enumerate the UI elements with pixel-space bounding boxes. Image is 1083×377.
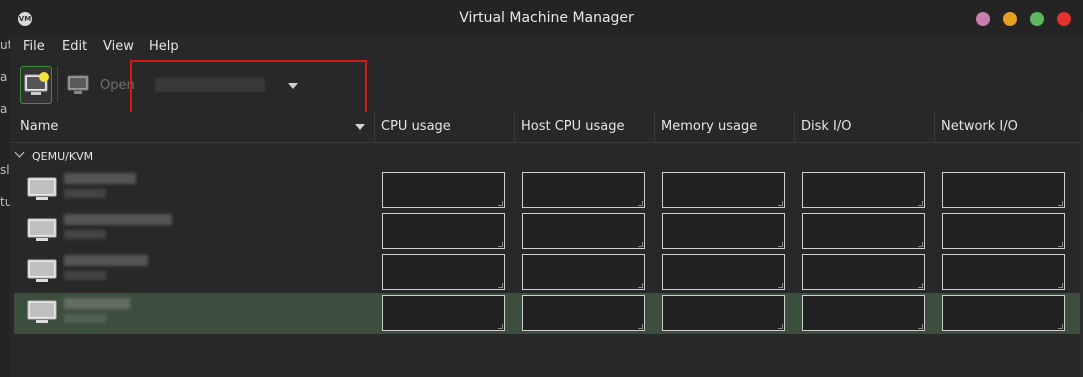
connection-label: QEMU/KVM	[32, 150, 94, 163]
cpu-usage-graph	[382, 295, 505, 331]
column-cpu-usage[interactable]: CPU usage	[374, 112, 514, 142]
toolbar: Open	[10, 58, 1083, 116]
new-vm-icon	[24, 72, 49, 95]
vm-row[interactable]	[14, 249, 1081, 290]
close-button[interactable]	[1057, 12, 1071, 26]
vm-monitor-icon	[27, 177, 57, 200]
menu-file[interactable]: File	[23, 39, 45, 54]
column-network-io-label: Network I/O	[941, 119, 1018, 134]
maximize-button[interactable]	[1003, 12, 1017, 26]
memory-usage-graph	[662, 213, 785, 249]
network-io-graph	[942, 295, 1065, 331]
disk-io-graph	[802, 172, 925, 208]
cpu-usage-graph	[382, 213, 505, 249]
virt-manager-window: VM Virtual Machine Manager File Edit Vie…	[10, 0, 1083, 377]
vm-status-obscured	[64, 230, 106, 239]
disk-io-graph	[802, 213, 925, 249]
memory-usage-graph	[662, 295, 785, 331]
vm-name-obscured	[64, 255, 148, 266]
menu-bar: File Edit View Help	[10, 36, 1083, 58]
toolbar-separator	[57, 66, 58, 102]
vm-status-obscured	[64, 314, 106, 323]
column-memory-usage-label: Memory usage	[661, 119, 758, 134]
vm-row[interactable]	[14, 208, 1081, 249]
sort-arrow-icon[interactable]	[355, 124, 365, 130]
column-name[interactable]: Name	[10, 112, 374, 142]
column-memory-usage[interactable]: Memory usage	[654, 112, 794, 142]
new-vm-button[interactable]	[20, 66, 52, 104]
menu-help[interactable]: Help	[149, 39, 179, 54]
background-text-2: a	[0, 70, 8, 84]
cpu-usage-graph	[382, 172, 505, 208]
column-disk-io-label: Disk I/O	[801, 119, 852, 134]
column-network-io[interactable]: Network I/O	[934, 112, 1083, 142]
vm-status-obscured	[64, 271, 106, 280]
host-cpu-usage-graph	[522, 295, 645, 331]
memory-usage-graph	[662, 172, 785, 208]
host-cpu-usage-graph	[522, 254, 645, 290]
menu-view[interactable]: View	[103, 39, 134, 54]
highlight-annotation	[130, 60, 367, 116]
open-console-icon[interactable]	[67, 75, 89, 95]
disk-io-graph	[802, 295, 925, 331]
vm-monitor-icon	[27, 259, 57, 282]
vm-row-selected[interactable]	[14, 293, 1081, 334]
window-title: Virtual Machine Manager	[459, 10, 634, 26]
vm-monitor-icon	[27, 300, 57, 323]
vm-name-obscured	[64, 298, 130, 309]
vm-row[interactable]	[14, 167, 1081, 208]
disk-io-graph	[802, 254, 925, 290]
column-cpu-usage-label: CPU usage	[381, 119, 451, 134]
restore-button[interactable]	[1030, 12, 1044, 26]
column-disk-io[interactable]: Disk I/O	[794, 112, 934, 142]
vm-status-obscured	[64, 189, 106, 198]
network-io-graph	[942, 213, 1065, 249]
column-name-label: Name	[20, 119, 59, 134]
network-io-graph	[942, 172, 1065, 208]
network-io-graph	[942, 254, 1065, 290]
column-host-cpu-usage-label: Host CPU usage	[521, 119, 625, 134]
host-cpu-usage-graph	[522, 172, 645, 208]
vm-name-obscured	[64, 173, 136, 184]
column-header: Name CPU usage Host CPU usage Memory usa…	[10, 112, 1083, 143]
minimize-button[interactable]	[976, 12, 990, 26]
cpu-usage-graph	[382, 254, 505, 290]
vm-monitor-icon	[27, 218, 57, 241]
memory-usage-graph	[662, 254, 785, 290]
menu-edit[interactable]: Edit	[62, 39, 87, 54]
title-bar[interactable]: VM Virtual Machine Manager	[10, 0, 1083, 36]
column-host-cpu-usage[interactable]: Host CPU usage	[514, 112, 654, 142]
host-cpu-usage-graph	[522, 213, 645, 249]
chevron-down-icon[interactable]	[14, 147, 25, 158]
vm-name-obscured	[64, 214, 172, 225]
background-text-3: a	[0, 102, 8, 116]
background-text-4: sl	[0, 163, 10, 177]
